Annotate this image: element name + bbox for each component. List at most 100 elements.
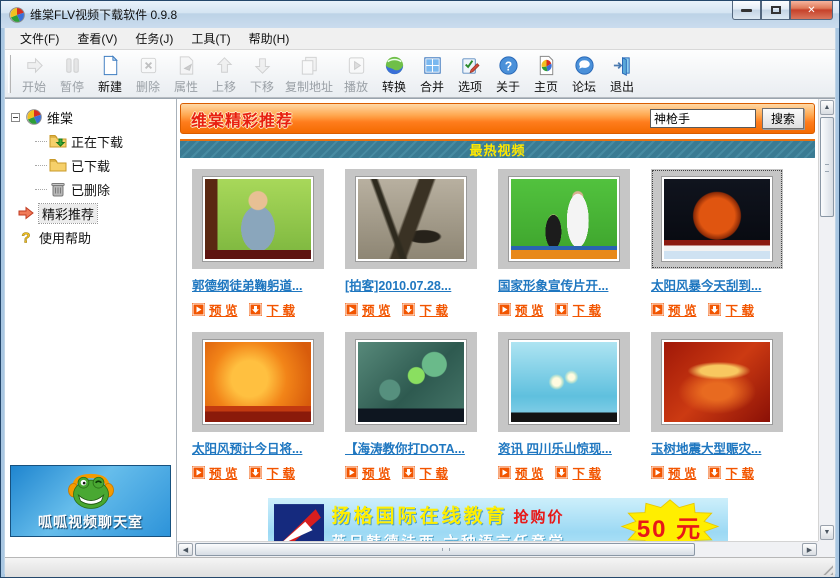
download-label: 下 载: [266, 463, 294, 482]
properties-button[interactable]: 属性: [167, 52, 205, 96]
forum-button[interactable]: 论坛: [565, 52, 603, 96]
tree-expander-icon[interactable]: [11, 113, 20, 122]
preview-link[interactable]: 预 览: [498, 463, 543, 482]
homepage-label: 主页: [534, 78, 558, 95]
scroll-left-button[interactable]: ◀: [178, 543, 193, 556]
copy-url-button[interactable]: 复制地址: [281, 52, 337, 96]
download-link[interactable]: 下 载: [249, 463, 294, 482]
sidebar-item-help[interactable]: ? 使用帮助: [9, 225, 172, 249]
video-title-link[interactable]: 资讯 四川乐山惊现...: [498, 438, 612, 457]
video-thumbnail[interactable]: [651, 332, 783, 432]
preview-play-icon: [345, 303, 358, 316]
preview-label: 预 览: [515, 463, 543, 482]
new-task-button[interactable]: 新建: [91, 52, 129, 96]
yangge-education-ad[interactable]: 扬格国际在线教育 抢购价 英日韩德法西 六种语言任意学 50 元: [268, 498, 728, 541]
preview-link[interactable]: 预 览: [498, 300, 543, 319]
preview-link[interactable]: 预 览: [192, 463, 237, 482]
pause-button[interactable]: 暂停: [53, 52, 91, 96]
video-thumbnail[interactable]: [345, 169, 477, 269]
move-down-icon: [251, 54, 274, 77]
options-button[interactable]: 选项: [451, 52, 489, 96]
exit-button[interactable]: 退出: [603, 52, 641, 96]
start-button[interactable]: 开始: [15, 52, 53, 96]
video-thumbnail[interactable]: [192, 169, 324, 269]
resize-grip[interactable]: [820, 562, 833, 575]
video-title-link[interactable]: 太阳风暴今天刮到...: [651, 275, 761, 294]
video-thumbnail[interactable]: [498, 169, 630, 269]
video-thumbnail[interactable]: [345, 332, 477, 432]
scroll-down-button[interactable]: ▼: [820, 525, 834, 540]
search-input[interactable]: [650, 109, 756, 128]
tree-connector: [35, 165, 47, 166]
minimize-button[interactable]: [732, 1, 761, 20]
video-thumbnail[interactable]: [192, 332, 324, 432]
convert-button[interactable]: 转换: [375, 52, 413, 96]
merge-button[interactable]: 合并: [413, 52, 451, 96]
preview-link[interactable]: 预 览: [345, 463, 390, 482]
download-link[interactable]: 下 载: [708, 463, 753, 482]
video-title-link[interactable]: [拍客]2010.07.28...: [345, 275, 451, 294]
tree-item-label: 已删除: [71, 180, 110, 199]
video-thumbnail[interactable]: [498, 332, 630, 432]
video-title-link[interactable]: 太阳风预计今日将...: [192, 438, 302, 457]
download-link[interactable]: 下 载: [402, 300, 447, 319]
video-title-link[interactable]: 国家形象宣传片开...: [498, 275, 608, 294]
preview-link[interactable]: 预 览: [651, 300, 696, 319]
tree-root-weitang[interactable]: 维棠: [9, 105, 172, 129]
preview-label: 预 览: [362, 300, 390, 319]
guagua-chat-ad[interactable]: 呱呱视频聊天室: [10, 465, 171, 537]
download-link[interactable]: 下 载: [402, 463, 447, 482]
move-up-button[interactable]: 上移: [205, 52, 243, 96]
close-button[interactable]: ✕: [790, 1, 833, 20]
video-title-link[interactable]: 玉树地震大型赈灾...: [651, 438, 761, 457]
sidebar-item-featured[interactable]: 精彩推荐: [9, 201, 172, 225]
vertical-scrollbar[interactable]: ▲ ▼: [818, 99, 835, 541]
main-panel: 维棠精彩推荐 搜索 最热视频 郭德纲徒弟鞠躬道...: [177, 99, 835, 557]
thumb-yushu-earthquake-gala-image: [662, 340, 772, 424]
vertical-scroll-thumb[interactable]: [820, 117, 834, 217]
svg-text:?: ?: [504, 59, 512, 73]
download-link[interactable]: 下 载: [708, 300, 753, 319]
menu-view[interactable]: 查看(V): [68, 27, 126, 50]
weitang-logo-icon: [25, 109, 43, 125]
video-thumbnail[interactable]: [651, 169, 783, 269]
preview-link[interactable]: 预 览: [345, 300, 390, 319]
download-link[interactable]: 下 载: [249, 300, 294, 319]
preview-label: 预 览: [362, 463, 390, 482]
toolbar-grip[interactable]: [8, 55, 11, 93]
move-down-button[interactable]: 下移: [243, 52, 281, 96]
scroll-up-button[interactable]: ▲: [820, 100, 834, 115]
trash-icon: [49, 181, 67, 197]
menu-help[interactable]: 帮助(H): [240, 27, 299, 50]
preview-play-icon: [192, 466, 205, 479]
video-title-link[interactable]: 郭德纲徒弟鞠躬道...: [192, 275, 302, 294]
horizontal-scroll-thumb[interactable]: [195, 543, 695, 556]
folder-downloading-icon: [49, 133, 67, 149]
menu-file[interactable]: 文件(F): [11, 27, 68, 50]
featured-header: 维棠精彩推荐 搜索: [180, 103, 815, 134]
tree-item-downloading[interactable]: 正在下载: [9, 129, 172, 153]
horizontal-scrollbar[interactable]: ◀ ▶: [177, 541, 818, 557]
download-link[interactable]: 下 载: [555, 300, 600, 319]
download-link[interactable]: 下 载: [555, 463, 600, 482]
menu-task[interactable]: 任务(J): [126, 27, 182, 50]
convert-icon: [383, 54, 406, 77]
close-icon: ✕: [807, 5, 815, 16]
app-window: 维棠FLV视频下载软件 0.9.8 ✕ 文件(F) 查看(V) 任务(J) 工具…: [0, 0, 840, 578]
window-title: 维棠FLV视频下载软件 0.9.8: [30, 6, 177, 23]
preview-link[interactable]: 预 览: [192, 300, 237, 319]
tree-item-deleted[interactable]: 已删除: [9, 177, 172, 201]
homepage-button[interactable]: 主页: [527, 52, 565, 96]
delete-button[interactable]: 删除: [129, 52, 167, 96]
titlebar[interactable]: 维棠FLV视频下载软件 0.9.8 ✕: [1, 1, 839, 28]
menu-tools[interactable]: 工具(T): [182, 27, 239, 50]
maximize-button[interactable]: [761, 1, 790, 20]
preview-link[interactable]: 预 览: [651, 463, 696, 482]
video-card: 资讯 四川乐山惊现... 预 览 下 载: [498, 332, 630, 482]
play-button[interactable]: 播放: [337, 52, 375, 96]
about-button[interactable]: ? 关于: [489, 52, 527, 96]
video-title-link[interactable]: 【海涛教你打DOTA...: [345, 438, 465, 457]
scroll-right-button[interactable]: ▶: [802, 543, 817, 556]
search-button[interactable]: 搜索: [762, 108, 804, 129]
tree-item-downloaded[interactable]: 已下载: [9, 153, 172, 177]
